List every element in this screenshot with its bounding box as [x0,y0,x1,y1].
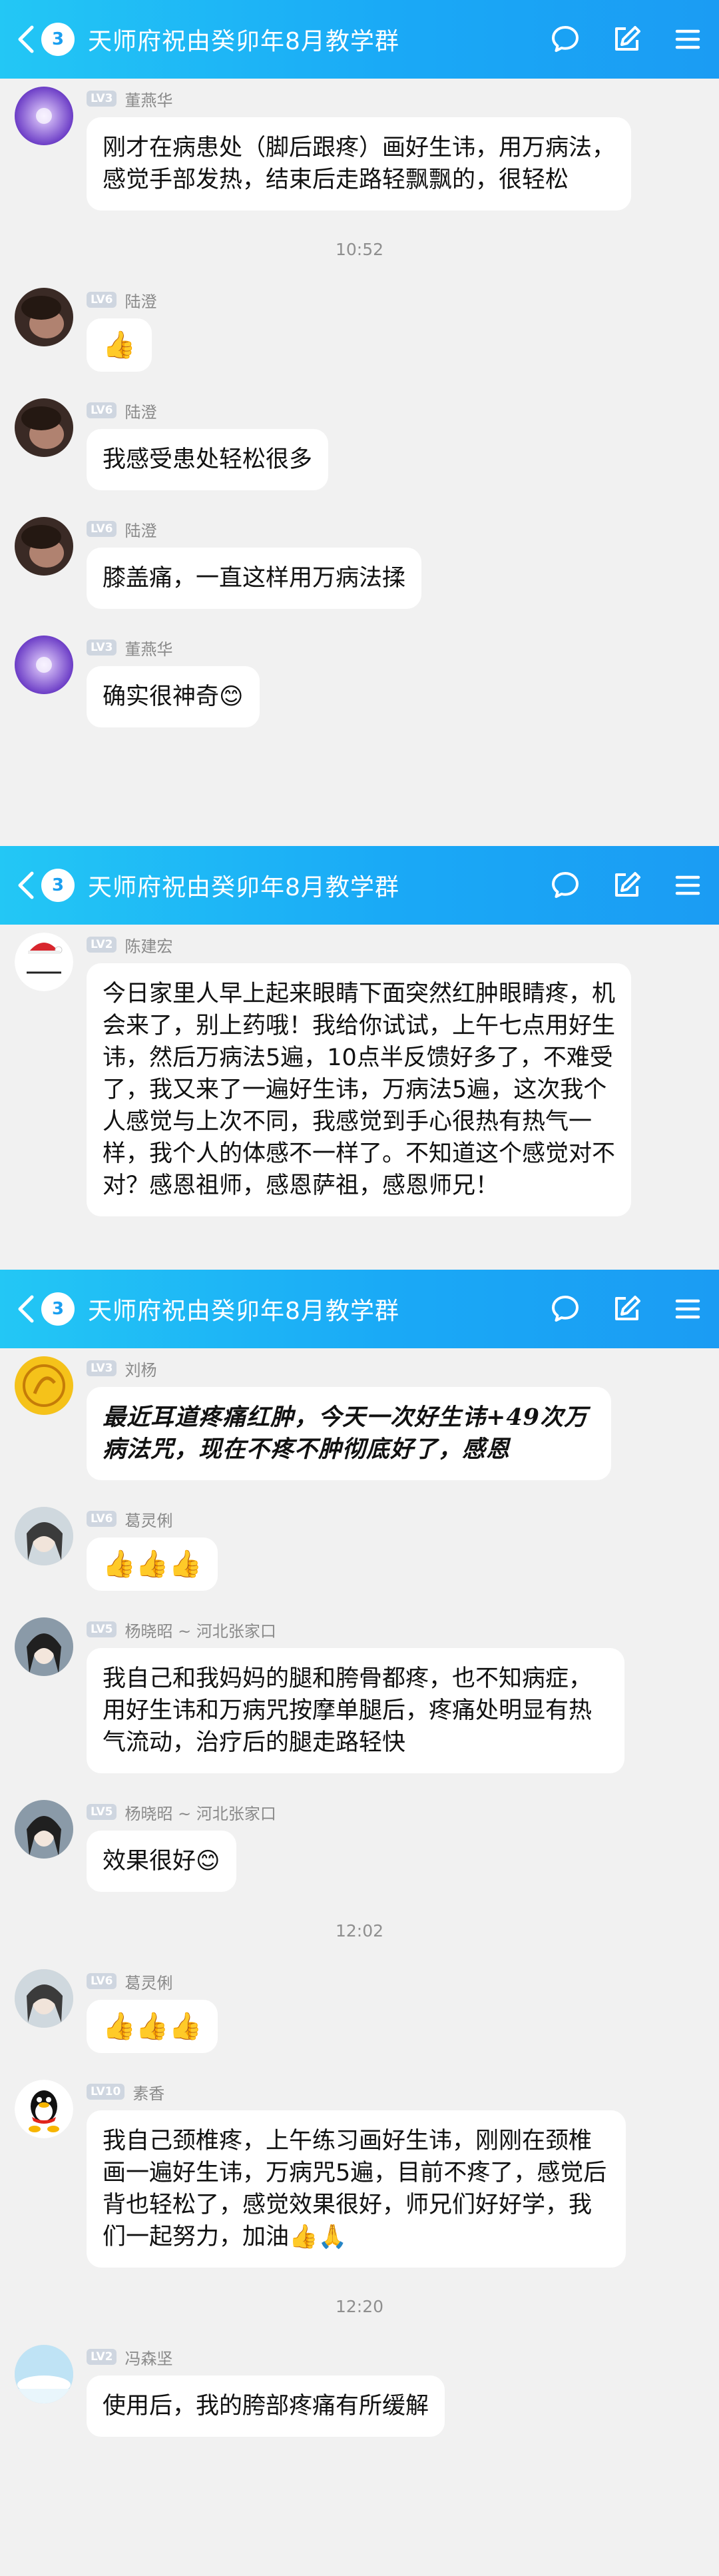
back-chevron-icon [18,25,34,53]
avatar[interactable] [15,933,73,991]
message-item: LV6 葛灵俐 👍👍👍 [0,1969,719,2053]
menu-icon[interactable] [671,1292,704,1326]
group-title: 天师府祝由癸卯年8月教学群 [88,1298,399,1325]
level-badge: LV5 [87,1804,117,1820]
level-badge: LV3 [87,91,117,107]
chat-header: 3 天师府祝由癸卯年8月教学群 [0,0,719,79]
chat-header: 3 天师府祝由癸卯年8月教学群 [0,846,719,925]
level-badge: LV6 [87,521,117,537]
sender-name: 董燕华 [124,91,173,110]
avatar[interactable] [15,398,73,457]
edit-icon[interactable] [610,1292,643,1326]
message-bubble[interactable]: 我自己和我妈妈的腿和胯骨都疼，也不知病症，用好生讳和万病咒按摩单腿后，疼痛处明显… [87,1648,624,1773]
chat-bubble-icon[interactable] [549,23,582,56]
menu-icon[interactable] [671,23,704,56]
message-item: LV3 董燕华 确实很神奇😊 [0,636,719,727]
group-title: 天师府祝由癸卯年8月教学群 [88,28,399,55]
avatar[interactable] [15,87,73,145]
edit-icon[interactable] [610,869,643,902]
message-bubble[interactable]: 我感受患处轻松很多 [87,429,329,490]
message-bubble[interactable]: 刚才在病患处（脚后跟疼）画好生讳，用万病法，感觉手部发热，结束后走路轻飘飘的，很… [87,117,631,211]
sender-name: 刘杨 [124,1360,157,1380]
sender-name: 陆澄 [124,521,157,540]
message-bubble[interactable]: 👍👍👍 [87,1537,218,1591]
message-item: LV6 陆澄 👍 [0,288,719,372]
message-bubble[interactable]: 我自己颈椎疼，上午练习画好生讳，刚刚在颈椎画一遍好生讳，万病咒5遍，目前不疼了，… [87,2110,626,2268]
timestamp: 12:02 [335,1921,384,1940]
message-item: LV2 陈建宏 今日家里人早上起来眼睛下面突然红肿眼睛疼，机会来了，别上药哦！我给… [0,933,719,1216]
level-badge: LV2 [87,937,117,953]
avatar[interactable] [15,2080,73,2138]
message-item: LV6 葛灵俐 👍👍👍 [0,1507,719,1591]
screenshot-section-1: 3 天师府祝由癸卯年8月教学群 LV3 董燕华 刚才在病患处（脚后跟疼）画好生讳，… [0,0,719,846]
screenshot-section-3: 3 天师府祝由癸卯年8月教学群 LV3 刘杨 最近耳道疼痛红肿，今天一次好生讳+4… [0,1270,719,2576]
message-bubble[interactable]: 效果很好😊 [87,1831,236,1892]
back-chevron-icon [18,1295,34,1323]
screenshot-section-2: 3 天师府祝由癸卯年8月教学群 LV2 陈建宏 今日家里人早上起来眼睛下面突然红肿… [0,846,719,1270]
level-badge: LV6 [87,1973,117,1989]
avatar[interactable] [15,636,73,694]
sender-name: 葛灵俐 [124,1973,173,1992]
message-item: LV3 董燕华 刚才在病患处（脚后跟疼）画好生讳，用万病法，感觉手部发热，结束后走… [0,87,719,211]
level-badge: LV3 [87,640,117,655]
sender-name: 葛灵俐 [124,1511,173,1530]
message-bubble[interactable]: 最近耳道疼痛红肿，今天一次好生讳+49次万病法咒，现在不疼不肿彻底好了，感恩 [87,1387,611,1480]
timestamp: 10:52 [335,240,384,259]
message-bubble[interactable]: 使用后，我的胯部疼痛有所缓解 [87,2375,445,2437]
sender-name: 陆澄 [124,402,157,422]
timestamp: 12:20 [335,2297,384,2316]
message-bubble[interactable]: 确实很神奇😊 [87,666,260,727]
level-badge: LV6 [87,292,117,308]
message-bubble[interactable]: 👍 [87,318,152,372]
chat-bubble-icon[interactable] [549,1292,582,1326]
level-badge: LV6 [87,1511,117,1527]
message-item: LV6 陆澄 我感受患处轻松很多 [0,398,719,490]
edit-icon[interactable] [610,23,643,56]
unread-badge: 3 [41,869,75,902]
sender-name: 杨晓昭 ~ 河北张家口 [124,1804,276,1823]
message-bubble[interactable]: 今日家里人早上起来眼睛下面突然红肿眼睛疼，机会来了，别上药哦！我给你试试，上午七… [87,963,631,1216]
sender-name: 陆澄 [124,292,157,311]
sender-name: 素香 [132,2084,165,2103]
unread-badge: 3 [41,23,75,56]
message-bubble[interactable]: 膝盖痛，一直这样用万病法揉 [87,548,422,609]
sender-name: 董燕华 [124,640,173,659]
avatar[interactable] [15,517,73,576]
message-bubble[interactable]: 👍👍👍 [87,2000,218,2053]
level-badge: LV3 [87,1360,117,1376]
unread-badge: 3 [41,1292,75,1326]
back-button[interactable]: 3 [0,846,75,925]
chat-bubble-icon[interactable] [549,869,582,902]
sender-name: 冯森坚 [124,2349,173,2368]
avatar[interactable] [15,1969,73,2028]
message-item: LV2 冯森坚 使用后，我的胯部疼痛有所缓解 [0,2345,719,2437]
message-item: LV3 刘杨 最近耳道疼痛红肿，今天一次好生讳+49次万病法咒，现在不疼不肿彻底好… [0,1356,719,1480]
level-badge: LV10 [87,2084,125,2100]
back-button[interactable]: 3 [0,1270,75,1348]
group-title: 天师府祝由癸卯年8月教学群 [88,874,399,901]
sender-name: 陈建宏 [124,937,173,956]
chat-header: 3 天师府祝由癸卯年8月教学群 [0,1270,719,1348]
message-item: LV6 陆澄 膝盖痛，一直这样用万病法揉 [0,517,719,609]
menu-icon[interactable] [671,869,704,902]
message-item: LV5 杨晓昭 ~ 河北张家口 我自己和我妈妈的腿和胯骨都疼，也不知病症，用好生讳… [0,1617,719,1773]
avatar[interactable] [15,288,73,346]
avatar[interactable] [15,2345,73,2403]
avatar[interactable] [15,1800,73,1859]
message-item: LV5 杨晓昭 ~ 河北张家口 效果很好😊 [0,1800,719,1892]
sender-name: 杨晓昭 ~ 河北张家口 [124,1621,276,1641]
avatar[interactable] [15,1507,73,1565]
back-button[interactable]: 3 [0,0,75,79]
level-badge: LV5 [87,1621,117,1637]
level-badge: LV2 [87,2349,117,2365]
message-item: LV10 素香 我自己颈椎疼，上午练习画好生讳，刚刚在颈椎画一遍好生讳，万病咒5遍… [0,2080,719,2268]
avatar[interactable] [15,1356,73,1415]
level-badge: LV6 [87,402,117,418]
avatar[interactable] [15,1617,73,1676]
back-chevron-icon [18,871,34,899]
